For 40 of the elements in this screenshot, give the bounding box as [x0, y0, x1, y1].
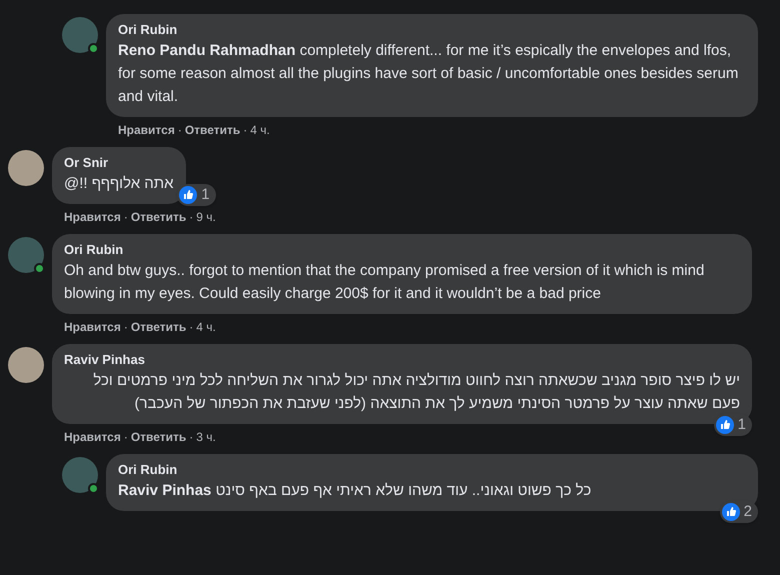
thumbs-up-icon: [722, 503, 740, 521]
like-link[interactable]: Нравится: [118, 121, 175, 139]
author-name[interactable]: Ori Rubin: [118, 22, 746, 38]
like-link[interactable]: Нравится: [64, 208, 121, 226]
reply-link[interactable]: Ответить: [130, 318, 186, 336]
comment-text: אתה אלוףףף !!@: [64, 174, 174, 194]
avatar[interactable]: [8, 347, 44, 383]
comment-text: יש לו פיצר סופר מגניב שכשאתה רוצה לחווט מודולציה אתה יכול לגרור את השליחה לכל מיני פרמטים וכל פעם שאתה עוצר על פרמטר הסינתי משמיע לך את התוצאה (לפני שעזבת את הכפתור של העכבר): [92, 371, 740, 414]
separator-dot: ·: [178, 122, 182, 139]
avatar[interactable]: [8, 237, 44, 273]
thumbs-up-icon: [179, 186, 198, 204]
thumbs-up-icon: [716, 416, 734, 434]
author-name[interactable]: Ori Rubin: [118, 462, 746, 478]
separator-dot: ·: [189, 209, 194, 226]
author-name[interactable]: Ori Rubin: [64, 242, 740, 258]
like-link[interactable]: Нравится: [64, 428, 121, 446]
separator-dot: ·: [124, 319, 128, 336]
reaction-count[interactable]: 1: [714, 414, 752, 436]
reply-link[interactable]: Ответить: [130, 208, 186, 226]
separator-dot: ·: [124, 209, 128, 226]
reply-link[interactable]: Ответить: [130, 428, 186, 446]
separator-dot: ·: [189, 319, 194, 336]
timestamp[interactable]: 9 ч.: [196, 208, 216, 226]
avatar[interactable]: [8, 150, 44, 186]
author-name[interactable]: Or Snir: [64, 155, 174, 171]
comment-text: Reno Pandu Rahmadhan completely different... for me it’s espically the envelopes and lfos, for some reason almost all the plugins have sort of basic / uncomfortable ones besides serum and vital.: [118, 41, 740, 107]
timestamp[interactable]: 4 ч.: [250, 121, 270, 139]
avatar[interactable]: [62, 17, 98, 53]
timestamp[interactable]: 3 ч.: [196, 428, 216, 446]
separator-dot: ·: [124, 429, 128, 446]
separator-dot: ·: [243, 122, 248, 139]
avatar[interactable]: [62, 457, 98, 493]
comment-text: Oh and btw guys.. forgot to mention that the company promised a free version of it which is mind blowing in my eyes. Could easily charge 200$ for it and it wouldn’t be a bad price: [64, 261, 706, 304]
author-name[interactable]: Raviv Pinhas: [64, 352, 740, 368]
reaction-count[interactable]: 2: [720, 501, 758, 523]
timestamp[interactable]: 4 ч.: [196, 318, 216, 336]
like-link[interactable]: Нравится: [64, 318, 121, 336]
reply-link[interactable]: Ответить: [184, 121, 240, 139]
separator-dot: ·: [189, 429, 194, 446]
reaction-count[interactable]: 1: [177, 184, 216, 206]
